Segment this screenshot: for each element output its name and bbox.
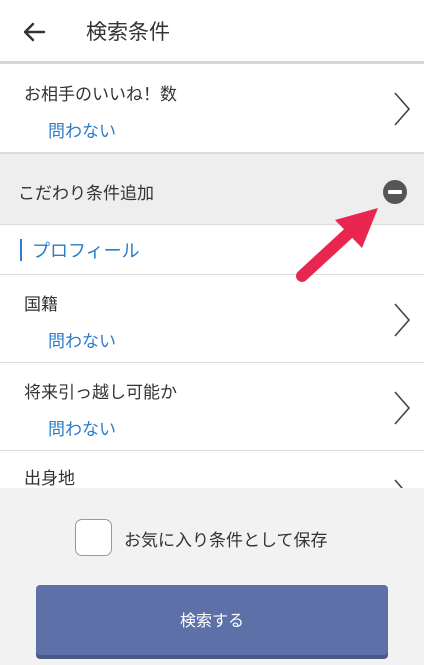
save-favorite-label: お気に入り条件として保存 [124,531,328,551]
chevron-right-icon [394,391,411,425]
chevron-right-icon [394,92,411,126]
page-title: 検索条件 [86,20,170,44]
section-profile-header: プロフィール [0,225,424,275]
row-hometown[interactable]: 出身地 [0,451,424,488]
collapse-minus-icon[interactable] [383,180,407,204]
row-nationality[interactable]: 国籍 問わない [0,275,424,363]
row-likes-value: 問わない [48,122,116,142]
row-add-conditions[interactable]: こだわり条件追加 [0,153,424,225]
row-hometown-label: 出身地 [24,469,75,488]
section-profile-label: プロフィール [32,241,140,262]
row-nationality-value: 問わない [48,332,116,352]
row-likes-label: お相手のいいね！数 [24,85,177,105]
chevron-right-icon [394,479,404,488]
condition-list: お相手のいいね！数 問わない こだわり条件追加 プロフィール 国籍 問わない 将… [0,67,424,488]
row-relocation-label: 将来引っ越し可能か [24,383,177,403]
chevron-right-icon [394,303,411,337]
row-nationality-label: 国籍 [24,295,58,315]
row-relocation[interactable]: 将来引っ越し可能か 問わない [0,363,424,451]
row-add-conditions-label: こだわり条件追加 [18,184,154,204]
search-button-label: 検索する [179,611,244,630]
footer-panel: お気に入り条件として保存 検索する [0,488,424,665]
row-relocation-value: 問わない [48,420,116,440]
search-button[interactable]: 検索する [36,585,388,655]
section-bar [20,239,22,261]
app-header: 検索条件 [0,0,424,64]
row-likes[interactable]: お相手のいいね！数 問わない [0,67,424,153]
save-favorite-checkbox[interactable] [75,519,112,556]
arrow-left-icon[interactable] [20,18,48,46]
